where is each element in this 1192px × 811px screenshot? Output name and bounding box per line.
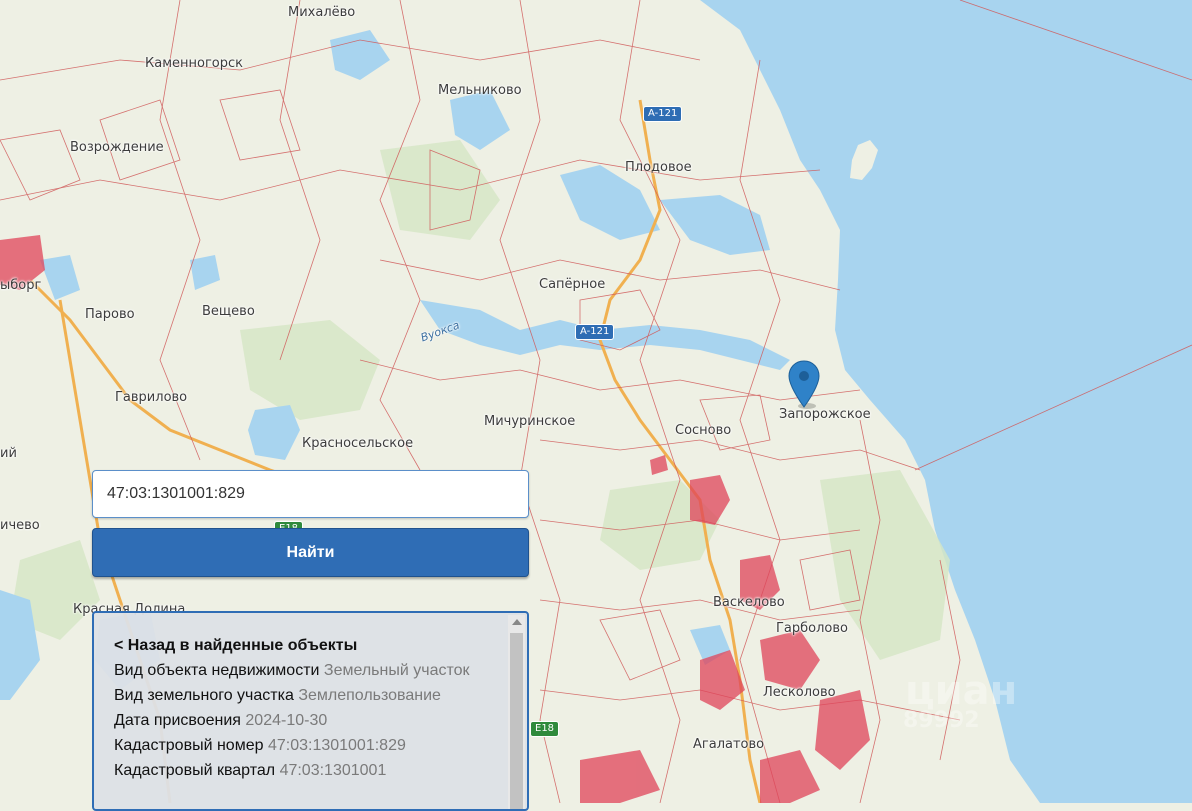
- place-label: Парово: [85, 307, 135, 322]
- place-label: Вещево: [202, 304, 255, 319]
- row-value: Земельный участок: [323, 662, 470, 679]
- marker-dot: [799, 371, 809, 381]
- place-label: Гаврилово: [115, 390, 188, 405]
- place-label: Возрождение: [70, 140, 164, 155]
- result-row: Кадастровый квартал 47:03:1301001: [114, 758, 494, 783]
- place-label: Васкелово: [713, 595, 785, 610]
- place-label: Мичуринское: [484, 414, 576, 429]
- back-to-results-link[interactable]: < Назад в найденные объекты: [114, 633, 494, 658]
- road-shield: A-121: [575, 324, 615, 340]
- row-value: 47:03:1301001: [279, 762, 387, 779]
- place-label: Михалёво: [288, 5, 356, 20]
- row-value: Землепользование: [298, 687, 441, 704]
- place-label: Плодовое: [625, 160, 692, 175]
- place-label: Каменногорск: [145, 56, 243, 71]
- panel-scrollbar[interactable]: [508, 615, 525, 809]
- place-label: ий: [0, 446, 17, 461]
- road-shield: A-121: [643, 106, 683, 122]
- place-label: Сапёрное: [539, 277, 606, 292]
- place-label: Гарболово: [776, 621, 848, 636]
- result-panel: < Назад в найденные объекты Вид объекта …: [92, 611, 529, 811]
- result-content: < Назад в найденные объекты Вид объекта …: [114, 633, 494, 783]
- place-label: Лесколово: [763, 685, 836, 700]
- place-label: Агалатово: [693, 737, 765, 752]
- row-value: 47:03:1301001:829: [267, 737, 406, 754]
- road-shield: E18: [530, 721, 560, 737]
- place-label: Мельниково: [438, 83, 522, 98]
- marker-pin: [788, 360, 820, 408]
- scroll-up-arrow-icon[interactable]: [512, 619, 522, 625]
- place-label: Сосново: [675, 423, 732, 438]
- result-row: Кадастровый номер 47:03:1301001:829: [114, 733, 494, 758]
- marker-shadow: [798, 403, 816, 409]
- row-label: Вид земельного участка: [114, 687, 294, 704]
- scroll-thumb[interactable]: [510, 633, 523, 809]
- result-row: Вид земельного участка Землепользование: [114, 683, 494, 708]
- cadastral-search-input[interactable]: [92, 470, 529, 518]
- row-label: Дата присвоения: [114, 712, 241, 729]
- watermark-number: 89992: [903, 708, 980, 733]
- row-label: Кадастровый номер: [114, 737, 264, 754]
- place-label: ичево: [0, 518, 40, 533]
- find-button[interactable]: Найти: [92, 528, 529, 577]
- location-marker-icon[interactable]: [787, 360, 821, 410]
- row-label: Кадастровый квартал: [114, 762, 276, 779]
- row-value: 2024-10-30: [245, 712, 328, 729]
- row-label: Вид объекта недвижимости: [114, 662, 320, 679]
- place-label: Красносельское: [302, 436, 414, 451]
- place-label: ыборг: [0, 278, 42, 293]
- result-row: Дата присвоения 2024-10-30: [114, 708, 494, 733]
- result-row: Вид объекта недвижимости Земельный участ…: [114, 658, 494, 683]
